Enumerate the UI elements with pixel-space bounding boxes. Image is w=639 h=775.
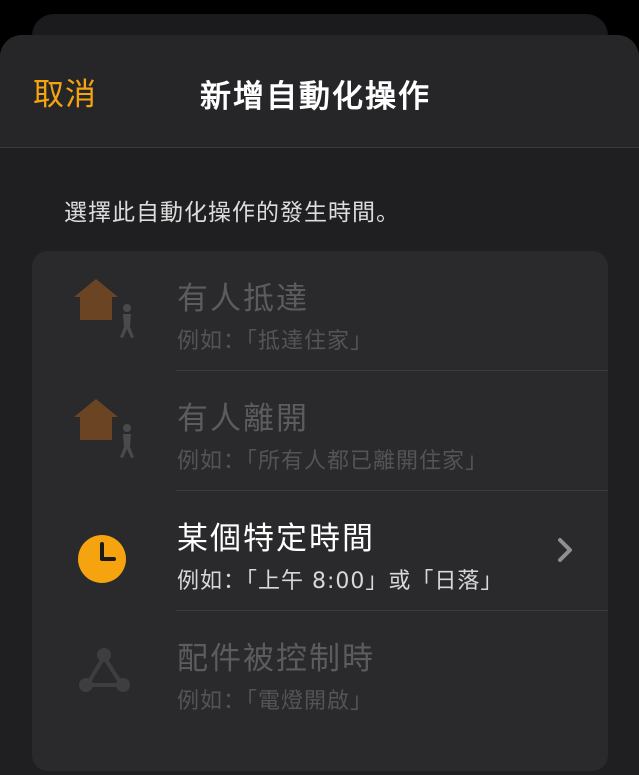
option-example: 例如：「電燈開啟」 <box>177 689 374 714</box>
option-label: 某個特定時間 <box>177 521 375 557</box>
option-label: 有人抵達 <box>177 281 309 317</box>
option-people-leave[interactable]: 有人離開 例如：「所有人都已離開住家」 <box>32 371 608 491</box>
option-label: 配件被控制時 <box>177 641 375 677</box>
house-person-icon <box>74 399 134 458</box>
option-label: 有人離開 <box>177 401 309 437</box>
option-example: 例如：「所有人都已離開住家」 <box>177 449 489 474</box>
cancel-button[interactable]: 取消 <box>33 69 97 114</box>
option-specific-time[interactable]: 某個特定時間 例如：「上午 8:00」或「日落」 <box>32 491 608 611</box>
trigger-options-list: 有人抵達 例如：「抵達住家」 有人離開 例如：「所有人都已離開住家」 某個特定時… <box>32 251 608 771</box>
option-example: 例如：「抵達住家」 <box>177 329 374 354</box>
page-title: 新增自動化操作 <box>200 79 431 115</box>
accessory-triangle-icon <box>79 648 130 692</box>
option-people-arrive[interactable]: 有人抵達 例如：「抵達住家」 <box>32 251 608 371</box>
chevron-right-icon <box>558 538 572 562</box>
house-person-icon <box>74 279 134 338</box>
navigation-bar: 取消 新增自動化操作 <box>0 35 639 148</box>
prompt-text: 選擇此自動化操作的發生時間。 <box>64 200 400 226</box>
option-accessory-controlled[interactable]: 配件被控制時 例如：「電燈開啟」 <box>32 611 608 731</box>
clock-icon <box>78 535 126 583</box>
option-example: 例如：「上午 8:00」或「日落」 <box>177 569 504 594</box>
